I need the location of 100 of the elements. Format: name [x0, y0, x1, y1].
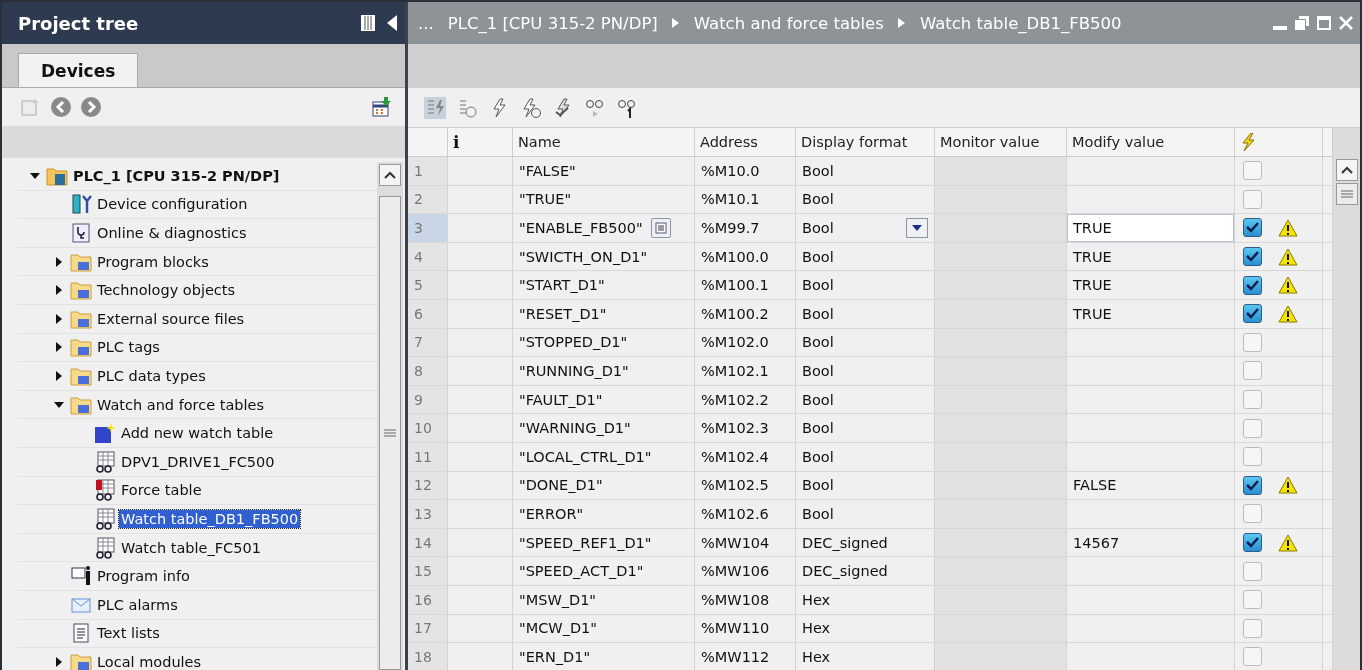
checkbox[interactable] — [1243, 218, 1262, 238]
tree-item[interactable]: Local modules — [95, 652, 204, 670]
checkbox[interactable] — [1243, 475, 1262, 495]
table-cell: Bool — [802, 191, 834, 208]
tree-item[interactable]: Online & diagnostics — [95, 224, 249, 242]
tree-item[interactable]: Program blocks — [95, 252, 211, 271]
lightning-icon — [1240, 133, 1256, 151]
row-number: 12 — [408, 471, 448, 500]
collapsed-caret-icon[interactable] — [54, 256, 64, 267]
table-cell: Bool — [802, 334, 834, 351]
checkbox[interactable] — [1243, 247, 1262, 267]
collapsed-caret-icon[interactable] — [54, 656, 64, 667]
checkmark-icon — [1246, 479, 1259, 491]
forward-icon[interactable] — [80, 96, 102, 118]
restore-icon[interactable] — [1294, 15, 1310, 31]
row-number: 8 — [408, 357, 448, 385]
row-number: 6 — [408, 299, 448, 328]
modify-trigger-icon[interactable] — [520, 96, 542, 119]
table-cell: "ERN_D1" — [519, 648, 591, 665]
expanded-caret-icon[interactable] — [54, 399, 64, 410]
scrollbar-thumb[interactable] — [379, 196, 401, 670]
back-icon[interactable] — [50, 96, 72, 118]
tree-item[interactable]: DPV1_DRIVE1_FC500 — [119, 452, 277, 471]
checkbox[interactable] — [1243, 590, 1262, 610]
scrollbar-thumb[interactable] — [1335, 183, 1358, 205]
row-number: 17 — [408, 614, 448, 643]
table-cell: "FAULT_D1" — [519, 391, 603, 408]
table-cell: "WARNING_D1" — [519, 420, 631, 437]
tree-item[interactable]: PLC data types — [95, 366, 208, 385]
expanded-caret-icon[interactable] — [30, 170, 40, 181]
row-number: 4 — [408, 242, 448, 271]
row-number: 13 — [408, 500, 448, 528]
table-cell: "MCW_D1" — [519, 620, 597, 637]
table-cell: TRUE — [1073, 277, 1112, 294]
table-cell: 14567 — [1073, 534, 1120, 551]
checkbox[interactable] — [1243, 647, 1262, 667]
tree-item[interactable]: Watch table_DB1_FB500 — [119, 509, 301, 528]
checkbox[interactable] — [1243, 418, 1262, 438]
checkmark-icon — [1246, 537, 1259, 548]
checkbox[interactable] — [1243, 561, 1262, 581]
collapsed-caret-icon[interactable] — [54, 370, 64, 381]
collapse-arrow-icon[interactable] — [387, 15, 397, 31]
devices-tab[interactable]: Devices — [18, 53, 139, 87]
close-icon[interactable] — [1338, 15, 1354, 31]
tree-item[interactable]: Watch table_FC501 — [119, 538, 263, 557]
tree-item[interactable]: Watch and force tables — [95, 395, 267, 414]
dropdown-button[interactable] — [906, 218, 928, 238]
checkbox[interactable] — [1243, 533, 1262, 552]
row-number: 16 — [408, 585, 448, 614]
table-cell: "SPEED_REF1_D1" — [519, 534, 652, 551]
collapsed-caret-icon[interactable] — [54, 313, 64, 324]
table-cell: Bool — [802, 362, 834, 379]
device-icon — [70, 193, 92, 216]
modify-value-field[interactable]: TRUE — [1067, 214, 1234, 242]
list-button[interactable] — [650, 218, 671, 238]
table-cell: DEC_signed — [802, 563, 888, 580]
row-number: 5 — [408, 271, 448, 299]
columns-icon[interactable] — [361, 15, 375, 31]
row-number: 9 — [408, 385, 448, 414]
tree-item[interactable]: PLC_1 [CPU 315-2 PN/DP] — [71, 166, 282, 185]
table-cell: "ERROR" — [519, 505, 584, 522]
checkbox[interactable] — [1243, 161, 1262, 181]
tree-item[interactable]: Force table — [119, 481, 204, 500]
column-header: Display format — [796, 128, 935, 156]
tree-item[interactable]: PLC tags — [95, 338, 162, 357]
tree-item[interactable]: Device configuration — [95, 195, 250, 214]
checkbox[interactable] — [1243, 361, 1262, 381]
checkbox[interactable] — [1243, 275, 1262, 295]
text-list-icon — [70, 622, 92, 645]
table-arrow-icon[interactable] — [371, 96, 393, 118]
scroll-up-button[interactable] — [379, 164, 401, 186]
table-cell: "FALSE" — [519, 162, 576, 179]
checkbox[interactable] — [1243, 189, 1262, 209]
checkbox[interactable] — [1243, 618, 1262, 638]
maximize-icon[interactable] — [1316, 15, 1332, 31]
tree-item[interactable]: Technology objects — [95, 281, 238, 300]
scroll-up-button[interactable] — [1335, 159, 1358, 181]
collapsed-caret-icon[interactable] — [54, 285, 64, 296]
table-cell: Bool — [802, 448, 834, 465]
checkbox[interactable] — [1243, 304, 1262, 324]
checkbox[interactable] — [1243, 447, 1262, 467]
tree-item[interactable]: Program info — [95, 567, 192, 586]
column-header: Monitor value — [935, 128, 1067, 156]
table-cell: Bool — [802, 248, 834, 265]
table-cell: "ENABLE_FB500" — [519, 220, 643, 236]
table-cell: Bool — [802, 162, 834, 179]
breadcrumb-arrow-icon — [671, 18, 680, 28]
checkbox[interactable] — [1243, 504, 1262, 524]
tree-item[interactable]: PLC alarms — [95, 595, 180, 614]
table-cell: Bool — [802, 505, 834, 522]
tree-item[interactable]: External source files — [95, 309, 247, 328]
checkbox[interactable] — [1243, 390, 1262, 410]
tree-item[interactable]: Text lists — [95, 624, 162, 643]
collapsed-caret-icon[interactable] — [54, 342, 64, 353]
monitor-all-icon[interactable] — [424, 96, 446, 119]
grip-icon — [384, 429, 396, 437]
tree-item[interactable]: Add new watch table — [119, 424, 276, 443]
add-table-icon — [94, 422, 116, 445]
checkmark-icon — [1246, 251, 1259, 263]
checkbox[interactable] — [1243, 332, 1262, 352]
